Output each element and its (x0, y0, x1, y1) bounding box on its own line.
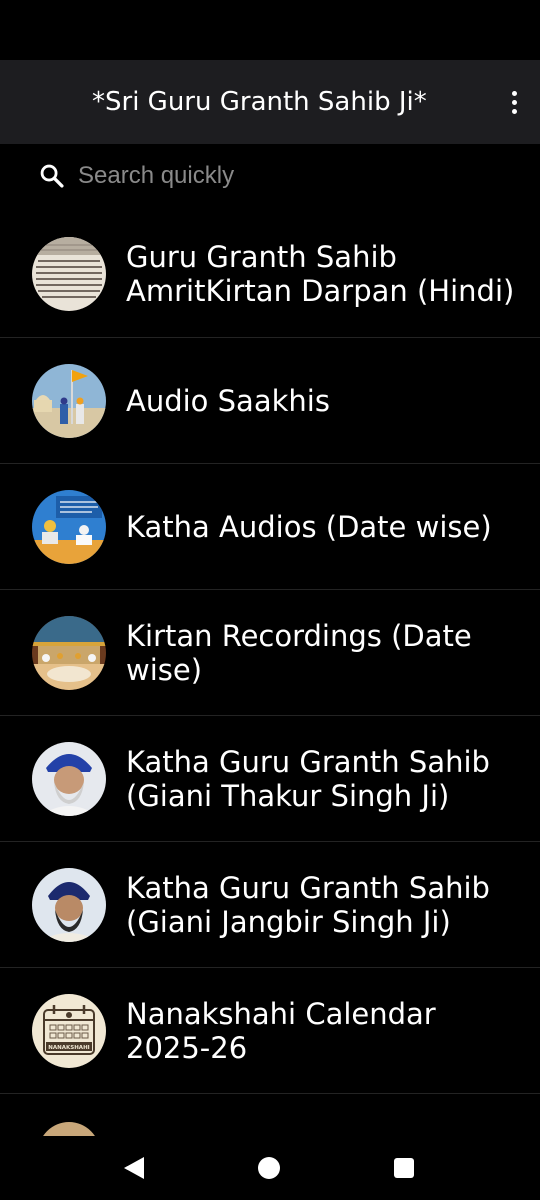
item-label: Katha Audios (Date wise) (126, 509, 492, 544)
list-item-amritkirtan-darpan[interactable]: Guru Granth Sahib AmritKirtan Darpan (Hi… (0, 210, 540, 338)
item-label: Katha Guru Granth Sahib (Giani Thakur Si… (126, 744, 490, 813)
portrait-thumbnail-icon (32, 867, 106, 942)
menu-list: Guru Granth Sahib AmritKirtan Darpan (Hi… (0, 210, 540, 1136)
katha-thumbnail-icon (32, 489, 106, 564)
list-item-nanakshahi-calendar[interactable]: NANAKSHAHI Nanakshahi Calendar 2025-26 (0, 968, 540, 1094)
home-icon[interactable] (258, 1157, 280, 1179)
manuscript-thumbnail-icon (32, 236, 106, 311)
item-label: Audio Saakhis (126, 383, 330, 418)
item-label: Katha Guru Granth Sahib (Giani Jangbir S… (126, 870, 490, 939)
list-item-katha-audios[interactable]: Katha Audios (Date wise) (0, 464, 540, 590)
list-item-katha-giani-jangbir-singh[interactable]: Katha Guru Granth Sahib (Giani Jangbir S… (0, 842, 540, 968)
calendar-thumbnail-icon: NANAKSHAHI (32, 993, 106, 1068)
darbar-sahib-thumbnail-icon (32, 615, 106, 690)
calendar-badge-text: NANAKSHAHI (48, 1045, 89, 1051)
list-item-kirtan-recordings[interactable]: Kirtan Recordings (Date wise) (0, 590, 540, 716)
item-label: Kirtan Recordings (Date wise) (126, 618, 472, 687)
list-item-partial[interactable] (0, 1094, 540, 1136)
search-bar (0, 144, 540, 210)
partial-thumbnail-icon (38, 1122, 100, 1136)
more-vert-icon[interactable] (502, 82, 526, 122)
search-icon[interactable] (38, 162, 66, 190)
search-input[interactable] (78, 158, 498, 194)
item-label: Nanakshahi Calendar 2025-26 (126, 996, 436, 1065)
gurdwara-thumbnail-icon (32, 363, 106, 438)
portrait-thumbnail-icon (32, 741, 106, 816)
app-bar: *Sri Guru Granth Sahib Ji* (0, 60, 540, 144)
list-item-audio-saakhis[interactable]: Audio Saakhis (0, 338, 540, 464)
system-nav-bar (0, 1136, 540, 1200)
status-bar (0, 0, 540, 60)
list-item-katha-giani-thakur-singh[interactable]: Katha Guru Granth Sahib (Giani Thakur Si… (0, 716, 540, 842)
item-label: Guru Granth Sahib AmritKirtan Darpan (Hi… (126, 239, 515, 308)
back-icon[interactable] (124, 1157, 144, 1179)
app-title: *Sri Guru Granth Sahib Ji* (92, 87, 427, 117)
recents-icon[interactable] (394, 1158, 414, 1178)
